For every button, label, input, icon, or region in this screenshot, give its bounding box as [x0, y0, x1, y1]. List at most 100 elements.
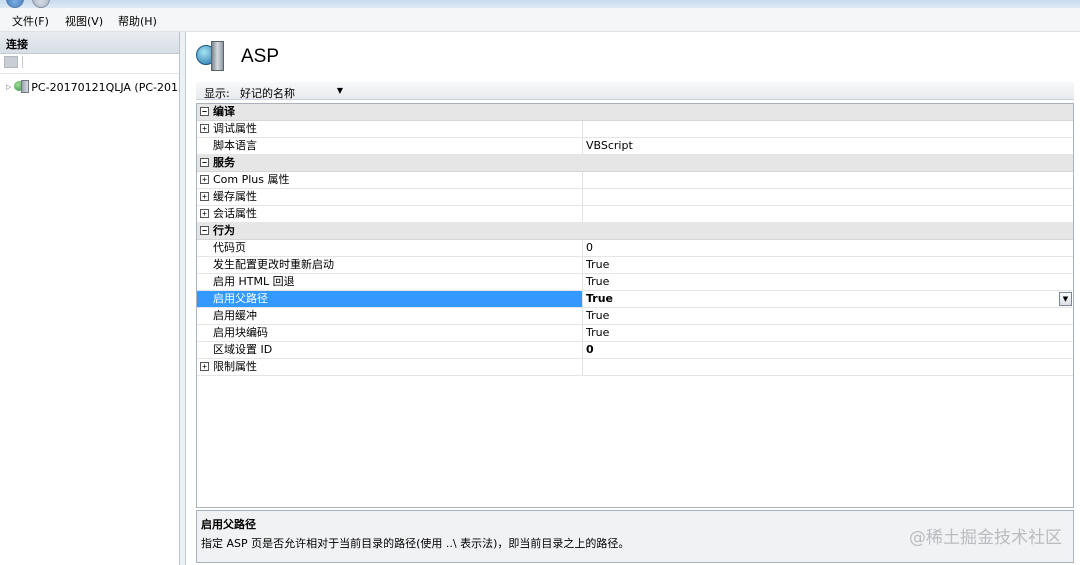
property-value-text: 0 [586, 343, 594, 356]
menu-view[interactable]: 视图(V) [65, 13, 103, 29]
property-name-label: 编译 [213, 105, 235, 118]
forward-button[interactable] [32, 0, 50, 8]
property-value[interactable] [583, 189, 1073, 205]
property-name: 启用块编码 [197, 325, 583, 341]
property-value[interactable] [583, 359, 1073, 375]
grid-property-row[interactable]: 脚本语言 VBScript [197, 138, 1073, 155]
property-name-label: 缓存属性 [213, 190, 257, 203]
back-button[interactable] [6, 0, 24, 8]
main-pane: ASP 显示: 好记的名称 ▼ − 编译 + 调试属性 脚本语言 VBScript − 服务 +… [186, 32, 1080, 565]
property-name: − 行为 [197, 223, 1073, 239]
connect-icon[interactable] [4, 56, 18, 68]
property-value[interactable]: 0 [583, 342, 1073, 358]
property-name-label: 区域设置 ID [213, 343, 273, 356]
grid-property-row[interactable]: 启用缓冲 True [197, 308, 1073, 325]
grid-property-row[interactable]: 启用块编码 True [197, 325, 1073, 342]
property-name-label: 调试属性 [213, 122, 257, 135]
display-mode-value: 好记的名称 [240, 87, 295, 100]
connections-toolbar [0, 54, 179, 74]
property-value-text: True [586, 309, 610, 322]
property-name: − 服务 [197, 155, 1073, 171]
property-name-label: 发生配置更改时重新启动 [213, 258, 334, 271]
property-name-label: 限制属性 [213, 360, 257, 373]
property-name-label: 脚本语言 [213, 139, 257, 152]
property-value[interactable] [583, 121, 1073, 137]
property-value[interactable]: True [583, 325, 1073, 341]
connections-pane: 连接 ▷ PC-20170121QLJA (PC-201 [0, 32, 180, 565]
property-value-text: True [586, 326, 610, 339]
display-bar: 显示: 好记的名称 ▼ [196, 82, 1074, 100]
grid-property-row[interactable]: 启用父路径 True ▼ [197, 291, 1073, 308]
property-value[interactable] [583, 206, 1073, 222]
property-name: + 调试属性 [197, 121, 583, 137]
property-value[interactable]: 0 [583, 240, 1073, 256]
grid-property-row[interactable]: 区域设置 ID 0 [197, 342, 1073, 359]
display-mode-select[interactable]: 好记的名称 ▼ [234, 82, 348, 100]
menu-help[interactable]: 帮助(H) [118, 13, 157, 29]
property-name-label: 行为 [213, 224, 235, 237]
grid-category-row[interactable]: − 编译 [197, 104, 1073, 121]
property-value[interactable] [583, 172, 1073, 188]
menu-file[interactable]: 文件(F) [12, 13, 49, 29]
menu-bar: 文件(F) 视图(V) 帮助(H) [0, 8, 1080, 32]
grid-property-row[interactable]: 发生配置更改时重新启动 True [197, 257, 1073, 274]
property-value-text: VBScript [586, 139, 633, 152]
expand-icon[interactable]: + [200, 362, 209, 371]
property-value[interactable]: True [583, 257, 1073, 273]
grid-property-row[interactable]: 启用 HTML 回退 True [197, 274, 1073, 291]
property-name: + 限制属性 [197, 359, 583, 375]
property-value[interactable]: True ▼ [583, 291, 1073, 307]
property-name: + 会话属性 [197, 206, 583, 222]
collapse-icon[interactable]: − [200, 107, 209, 116]
property-name-label: 启用父路径 [213, 292, 268, 305]
grid-category-row[interactable]: − 服务 [197, 155, 1073, 172]
property-name: + 缓存属性 [197, 189, 583, 205]
property-name-label: 会话属性 [213, 207, 257, 220]
property-value-text: 0 [586, 241, 593, 254]
grid-category-row[interactable]: − 行为 [197, 223, 1073, 240]
connections-header: 连接 [0, 32, 179, 54]
value-dropdown-button[interactable]: ▼ [1059, 292, 1072, 306]
display-label: 显示: [204, 87, 230, 100]
grid-property-row[interactable]: + Com Plus 属性 [197, 172, 1073, 189]
property-name: 启用缓冲 [197, 308, 583, 324]
property-value-text: True [586, 258, 610, 271]
collapse-icon[interactable]: − [200, 158, 209, 167]
property-name: 启用父路径 [197, 291, 583, 307]
property-value-text: True [586, 275, 610, 288]
property-name: 发生配置更改时重新启动 [197, 257, 583, 273]
property-name-label: 代码页 [213, 241, 246, 254]
grid-property-row[interactable]: + 限制属性 [197, 359, 1073, 376]
chevron-down-icon: ▼ [336, 86, 343, 95]
grid-property-row[interactable]: 代码页 0 [197, 240, 1073, 257]
collapse-icon[interactable]: − [200, 226, 209, 235]
title-bar [0, 0, 1080, 8]
tree-expand-icon[interactable]: ▷ [6, 83, 14, 91]
property-name: 启用 HTML 回退 [197, 274, 583, 290]
grid-property-row[interactable]: + 缓存属性 [197, 189, 1073, 206]
property-name-label: 启用块编码 [213, 326, 268, 339]
property-value[interactable]: VBScript [583, 138, 1073, 154]
grid-property-row[interactable]: + 会话属性 [197, 206, 1073, 223]
server-icon [14, 80, 30, 94]
expand-icon[interactable]: + [200, 192, 209, 201]
property-value[interactable]: True [583, 308, 1073, 324]
toolbar-separator [22, 56, 23, 68]
property-name: − 编译 [197, 104, 1073, 120]
tree-server-node[interactable]: ▷ PC-20170121QLJA (PC-201 [6, 78, 178, 96]
expand-icon[interactable]: + [200, 175, 209, 184]
asp-feature-icon [196, 41, 226, 73]
property-name: 脚本语言 [197, 138, 583, 154]
property-name-label: 服务 [213, 156, 235, 169]
property-name-label: 启用 HTML 回退 [213, 275, 295, 288]
page-title: ASP [241, 46, 280, 67]
grid-property-row[interactable]: + 调试属性 [197, 121, 1073, 138]
property-name: + Com Plus 属性 [197, 172, 583, 188]
expand-icon[interactable]: + [200, 124, 209, 133]
watermark: @稀土掘金技术社区 [909, 528, 1062, 548]
property-name: 区域设置 ID [197, 342, 583, 358]
property-name-label: Com Plus 属性 [213, 173, 290, 186]
property-value[interactable]: True [583, 274, 1073, 290]
expand-icon[interactable]: + [200, 209, 209, 218]
server-node-label: PC-20170121QLJA (PC-201 [31, 80, 178, 94]
